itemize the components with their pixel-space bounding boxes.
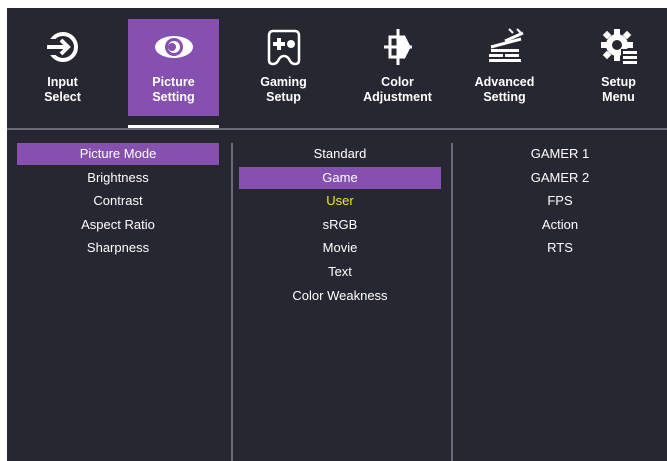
option-rts[interactable]: RTS [459,237,661,259]
gear-menu-icon [573,29,664,65]
option-gamer-1[interactable]: GAMER 1 [459,143,661,165]
tab-label: Input Select [44,75,81,104]
option-text[interactable]: Text [239,261,441,283]
menu-item-sharpness[interactable]: Sharpness [17,237,219,259]
picture-setting-list: Picture Mode Brightness Contrast Aspect … [7,130,231,461]
tab-setup-menu[interactable]: Setup Menu [573,19,664,116]
option-movie[interactable]: Movie [239,237,441,259]
menu-item-contrast[interactable]: Contrast [17,190,219,212]
menu-item-picture-mode[interactable]: Picture Mode [17,143,219,165]
option-game[interactable]: Game [239,167,441,189]
game-mode-list: GAMER 1 GAMER 2 FPS Action RTS [453,130,667,461]
tab-input-select[interactable]: Input Select [17,19,108,116]
advanced-icon [459,28,550,65]
option-action[interactable]: Action [459,214,661,236]
gamepad-icon [238,29,329,66]
tab-label: Advanced Setting [474,75,535,104]
tab-label: Gaming Setup [260,75,307,104]
option-srgb[interactable]: sRGB [239,214,441,236]
tab-picture-setting[interactable]: Picture Setting [128,19,219,116]
color-adjust-icon [352,29,443,65]
osd-menu: Input Select Picture Setting Gaming Setu… [7,8,667,461]
picture-mode-list: Standard Game User sRGB Movie Text Color… [233,130,451,461]
option-color-weakness[interactable]: Color Weakness [239,285,441,307]
input-icon [17,29,108,65]
menu-item-brightness[interactable]: Brightness [17,167,219,189]
tab-gaming-setup[interactable]: Gaming Setup [238,19,329,116]
tab-color-adjustment[interactable]: Color Adjustment [352,19,443,116]
menu-item-aspect-ratio[interactable]: Aspect Ratio [17,214,219,236]
option-fps[interactable]: FPS [459,190,661,212]
tab-label: Color Adjustment [363,75,432,104]
eye-icon [128,29,219,65]
tab-label: Setup Menu [601,75,636,104]
tab-bar: Input Select Picture Setting Gaming Setu… [7,8,667,130]
option-user[interactable]: User [239,190,441,212]
option-standard[interactable]: Standard [239,143,441,165]
tab-label: Picture Setting [152,75,195,104]
tab-advanced-setting[interactable]: Advanced Setting [459,19,550,116]
option-gamer-2[interactable]: GAMER 2 [459,167,661,189]
